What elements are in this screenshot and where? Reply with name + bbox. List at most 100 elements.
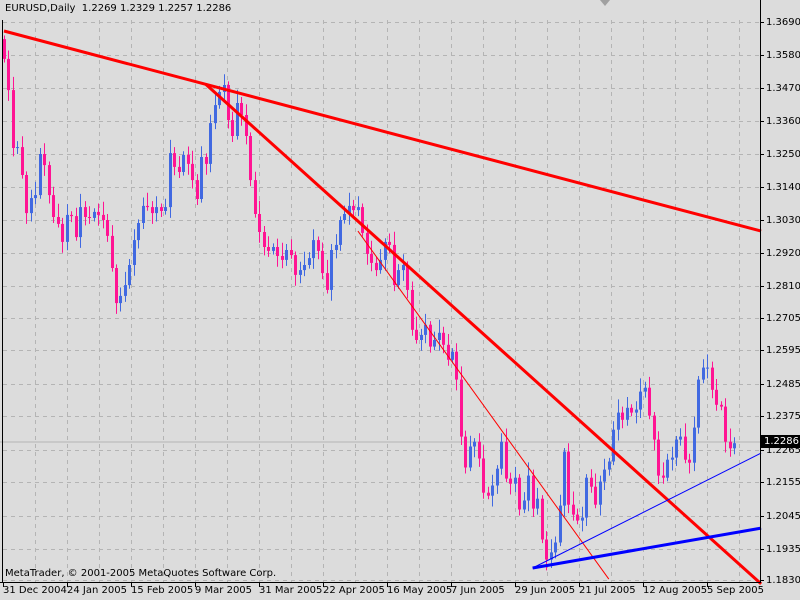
bull-candle [343, 214, 346, 220]
bull-candle [133, 240, 136, 265]
bull-candle [706, 367, 709, 369]
bull-candle [617, 412, 620, 430]
trendlines [3, 29, 763, 586]
bear-candle [240, 103, 243, 115]
x-tick-label: 5 Sep 2005 [707, 585, 765, 596]
bull-candle [563, 451, 566, 506]
bull-candle [491, 485, 494, 496]
bull-candle [581, 517, 584, 521]
bull-candle [169, 153, 172, 208]
bull-candle [308, 258, 311, 265]
bear-candle [621, 412, 624, 420]
bear-candle [541, 498, 544, 540]
y-tick-label: 1.1935 [766, 543, 800, 555]
x-tick-label: 29 Jun 2005 [515, 585, 576, 596]
bull-candle [527, 475, 530, 501]
bull-candle [496, 468, 499, 486]
y-tick-label: 1.1830 [766, 574, 800, 586]
bear-candle [196, 180, 199, 199]
y-tick-label: 1.3030 [766, 214, 800, 226]
trendline-thin-support [532, 452, 762, 569]
bear-candle [411, 289, 414, 330]
bear-candle [146, 205, 149, 208]
bull-candle [299, 270, 302, 275]
bear-candle [102, 214, 105, 220]
bull-candle [155, 207, 158, 214]
chart-title: EURUSD,Daily 1.2269 1.2329 1.2257 1.2286 [5, 3, 231, 14]
x-tick-label: 7 Jun 2005 [451, 585, 505, 596]
bear-candle [653, 415, 656, 440]
bull-candle [514, 477, 517, 484]
bear-candle [52, 195, 55, 217]
bull-candle [693, 427, 696, 463]
bull-candle [124, 285, 127, 296]
bear-candle [173, 153, 176, 167]
y-tick-label: 1.2045 [766, 510, 800, 522]
bear-candle [326, 273, 329, 290]
bull-candle [93, 211, 96, 218]
copyright-text: MetaTrader, © 2001-2005 MetaQuotes Softw… [5, 568, 277, 579]
bull-candle [469, 446, 472, 468]
bull-candle [420, 334, 423, 340]
bull-candle [285, 250, 288, 260]
bear-candle [276, 247, 279, 256]
bear-candle [267, 247, 270, 251]
bull-candle [554, 542, 557, 553]
bull-candle [182, 154, 185, 172]
bear-candle [258, 214, 261, 232]
y-tick-label: 1.2920 [766, 247, 800, 259]
y-tick-label: 1.2810 [766, 280, 800, 292]
bear-candle [576, 514, 579, 521]
bear-candle [478, 441, 481, 459]
bear-candle [590, 477, 593, 487]
bull-candle [599, 481, 602, 505]
x-tick-label: 15 Feb 2005 [131, 585, 194, 596]
bear-candle [518, 477, 521, 510]
bull-candle [209, 123, 212, 164]
bull-candle [357, 207, 360, 211]
bull-candle [30, 198, 33, 214]
chart-shift-marker-icon[interactable] [600, 0, 610, 6]
bear-candle [290, 250, 293, 256]
bear-candle [178, 166, 181, 172]
x-tick-label: 9 Mar 2005 [195, 585, 253, 596]
bull-candle [214, 105, 217, 124]
bull-candle [164, 207, 167, 211]
bear-candle [442, 332, 445, 345]
bull-candle [733, 443, 736, 449]
bull-candle [312, 240, 315, 259]
bear-candle [151, 207, 154, 214]
bull-candle [79, 207, 82, 238]
bear-candle [191, 163, 194, 181]
bear-candle [75, 216, 78, 238]
bear-candle [464, 436, 467, 468]
bull-candle [137, 223, 140, 241]
bull-candle [335, 244, 338, 250]
bear-candle [715, 389, 718, 405]
bear-candle [205, 157, 208, 164]
bull-candle [608, 461, 611, 470]
bear-candle [415, 329, 418, 340]
bear-candle [429, 324, 432, 347]
bear-candle [106, 220, 109, 236]
bear-candle [532, 475, 535, 509]
bull-candle [339, 220, 342, 245]
x-tick-label: 21 Jul 2005 [579, 585, 636, 596]
bear-candle [263, 232, 266, 247]
bear-candle [231, 120, 234, 136]
bear-candle [88, 217, 91, 218]
bear-candle [720, 404, 723, 407]
trendline-major-support [532, 526, 762, 570]
bear-candle [361, 207, 364, 233]
bear-candle [688, 459, 691, 463]
bear-candle [43, 154, 46, 166]
bull-candle [639, 391, 642, 410]
bull-candle [626, 407, 629, 420]
bear-candle [97, 211, 100, 215]
bear-candle [662, 475, 665, 478]
bull-candle [438, 332, 441, 340]
bear-candle [630, 407, 633, 413]
bull-candle [666, 459, 669, 478]
x-tick-label: 16 May 2005 [387, 585, 453, 596]
bear-candle [370, 253, 373, 263]
